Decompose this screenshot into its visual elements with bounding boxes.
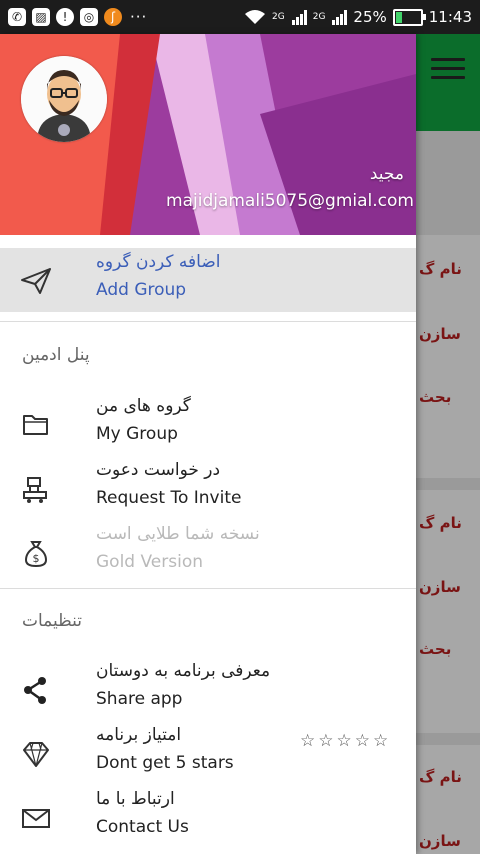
menu-item-gold-version[interactable]: $ نسخه شما طلایی است Gold Version bbox=[0, 520, 416, 584]
user-name: مجید bbox=[369, 164, 404, 184]
battery-icon bbox=[392, 8, 426, 26]
section-title-settings: تنظیمات bbox=[22, 611, 82, 631]
menu-item-contact-us[interactable]: ارتباط با ما Contact Us bbox=[0, 785, 416, 849]
menu-item-label-en: Share app bbox=[96, 689, 183, 709]
menu-item-request-invite[interactable]: در خواست دعوت Request To Invite bbox=[0, 456, 416, 520]
card-text: نام گ bbox=[419, 514, 462, 532]
star-rating[interactable]: ☆☆☆☆☆ bbox=[300, 731, 391, 751]
hamburger-icon[interactable] bbox=[431, 58, 465, 82]
mail-icon bbox=[22, 809, 50, 828]
background-toolbar bbox=[416, 34, 480, 131]
navigation-drawer: مجید majidjamali5075@gmial.com اضافه کرد… bbox=[0, 34, 416, 854]
clock: 11:43 bbox=[428, 8, 472, 26]
avatar[interactable] bbox=[21, 56, 107, 142]
card-text: سازن bbox=[419, 325, 461, 343]
menu-item-rate-app[interactable]: امتیاز برنامه Dont get 5 stars ☆☆☆☆☆ bbox=[0, 721, 416, 785]
card-text: سازن bbox=[419, 832, 461, 850]
card-text: نام گ bbox=[419, 260, 462, 278]
avatar-illustration bbox=[21, 56, 107, 142]
instagram-icon: ◎ bbox=[80, 8, 98, 26]
menu-item-label-fa: اضافه کردن گروه bbox=[96, 252, 221, 272]
network-type-1: 2G bbox=[272, 11, 285, 22]
diamond-icon bbox=[23, 742, 49, 767]
menu-item-label-fa: معرفی برنامه به دوستان bbox=[96, 661, 271, 681]
card-text: سازن bbox=[419, 578, 461, 596]
menu-item-add-group[interactable]: اضافه کردن گروه Add Group bbox=[0, 248, 416, 312]
app-icon: ʃ bbox=[104, 8, 122, 26]
wifi-icon bbox=[245, 10, 266, 24]
money-bag-icon: $ bbox=[24, 541, 48, 568]
status-bar: ✆ ▨ ! ◎ ʃ ··· 2G 2G 25% 11:43 bbox=[0, 0, 480, 34]
drawer-header: مجید majidjamali5075@gmial.com bbox=[0, 34, 416, 235]
overflow-notifications: ··· bbox=[130, 8, 148, 26]
network-type-2: 2G bbox=[312, 11, 326, 22]
menu-item-my-group[interactable]: گروه های من My Group bbox=[0, 392, 416, 456]
menu-item-label-en: Dont get 5 stars bbox=[96, 753, 234, 773]
image-icon: ▨ bbox=[32, 8, 50, 26]
section-title-admin: پنل ادمین bbox=[22, 345, 90, 365]
card-text: بحث bbox=[419, 640, 452, 658]
battery-percent: 25% bbox=[353, 8, 387, 26]
send-icon bbox=[21, 268, 51, 294]
invite-icon bbox=[23, 477, 47, 503]
user-email: majidjamali5075@gmial.com bbox=[166, 191, 414, 211]
menu-item-label-en: Contact Us bbox=[96, 817, 189, 837]
folder-icon bbox=[23, 415, 48, 435]
menu-item-label-en: Add Group bbox=[96, 280, 187, 300]
menu-item-label-en: Gold Version bbox=[96, 552, 204, 572]
divider bbox=[0, 321, 416, 322]
share-icon bbox=[24, 677, 46, 704]
menu-item-label-fa: امتیاز برنامه bbox=[96, 725, 182, 745]
menu-item-label-en: Request To Invite bbox=[96, 488, 242, 508]
menu-item-label-fa: گروه های من bbox=[96, 396, 191, 416]
whatsapp-icon: ✆ bbox=[8, 8, 26, 26]
card-text: نام گ bbox=[419, 768, 462, 786]
menu-item-label-fa: در خواست دعوت bbox=[96, 460, 221, 480]
menu-item-label-en: My Group bbox=[96, 424, 178, 444]
signal-icon bbox=[332, 10, 348, 25]
divider bbox=[0, 588, 416, 589]
menu-item-label-fa: ارتباط با ما bbox=[96, 789, 175, 809]
alert-icon: ! bbox=[56, 8, 74, 26]
card-text: بحث bbox=[419, 388, 452, 406]
menu-item-label-fa: نسخه شما طلایی است bbox=[96, 524, 260, 544]
signal-icon bbox=[291, 10, 307, 25]
menu-item-share-app[interactable]: معرفی برنامه به دوستان Share app bbox=[0, 657, 416, 721]
svg-text:$: $ bbox=[33, 552, 40, 565]
